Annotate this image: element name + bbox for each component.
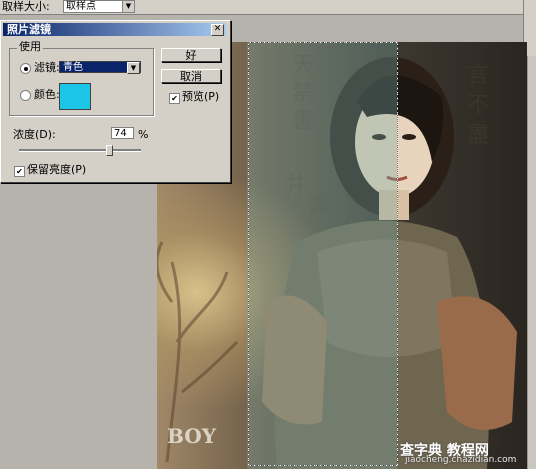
color-swatch[interactable] bbox=[59, 83, 91, 110]
preview-checkbox[interactable]: ✔ bbox=[169, 93, 180, 104]
dialog-titlebar[interactable]: 照片滤镜 ✕ bbox=[3, 23, 226, 36]
svg-text:不: 不 bbox=[467, 93, 489, 118]
filter-value: 青色 bbox=[63, 62, 83, 73]
filter-label: 滤镜: bbox=[34, 61, 60, 74]
color-radio[interactable] bbox=[20, 90, 31, 101]
filter-radio[interactable] bbox=[20, 63, 31, 74]
boy-logo: BOY bbox=[167, 424, 216, 448]
preserve-luminosity-label: 保留亮度(P) bbox=[27, 163, 87, 176]
density-input[interactable]: 74 bbox=[111, 127, 134, 139]
window-scroll-edge bbox=[527, 56, 536, 469]
ok-button[interactable]: 好 bbox=[161, 48, 221, 62]
preview-label: 预览(P) bbox=[182, 90, 220, 103]
chevron-down-icon: ▼ bbox=[127, 62, 140, 74]
cancel-button[interactable]: 取消 bbox=[161, 69, 221, 83]
density-label: 浓度(D): bbox=[13, 128, 56, 141]
chevron-down-icon: ▼ bbox=[122, 1, 134, 12]
dialog-title: 照片滤镜 bbox=[7, 23, 51, 36]
density-slider-track[interactable] bbox=[19, 149, 141, 152]
sample-size-label: 取样大小: bbox=[2, 0, 50, 13]
tool-options-bar: 取样大小: 取样点 ▼ bbox=[0, 0, 536, 15]
density-unit: % bbox=[138, 128, 149, 141]
filter-select[interactable]: 青色 ▼ bbox=[59, 61, 141, 74]
watermark-url: jiaocheng.chazidian.com bbox=[405, 455, 517, 465]
svg-text:盡: 盡 bbox=[467, 123, 489, 148]
marquee-selection-shadow bbox=[248, 42, 398, 466]
svg-text:言: 言 bbox=[467, 63, 489, 88]
close-icon[interactable]: ✕ bbox=[211, 24, 224, 36]
color-label: 颜色: bbox=[34, 88, 60, 101]
density-slider-thumb[interactable] bbox=[106, 145, 113, 156]
photo-filter-dialog: 照片滤镜 ✕ 使用 滤镜: 青色 ▼ 颜色: 好 取消 ✔ 预览(P) 浓度(D… bbox=[0, 20, 231, 183]
preserve-luminosity-checkbox[interactable]: ✔ bbox=[14, 166, 25, 177]
use-group-label: 使用 bbox=[17, 40, 43, 53]
sample-size-select[interactable]: 取样点 ▼ bbox=[63, 0, 135, 13]
sample-size-value: 取样点 bbox=[66, 1, 96, 12]
